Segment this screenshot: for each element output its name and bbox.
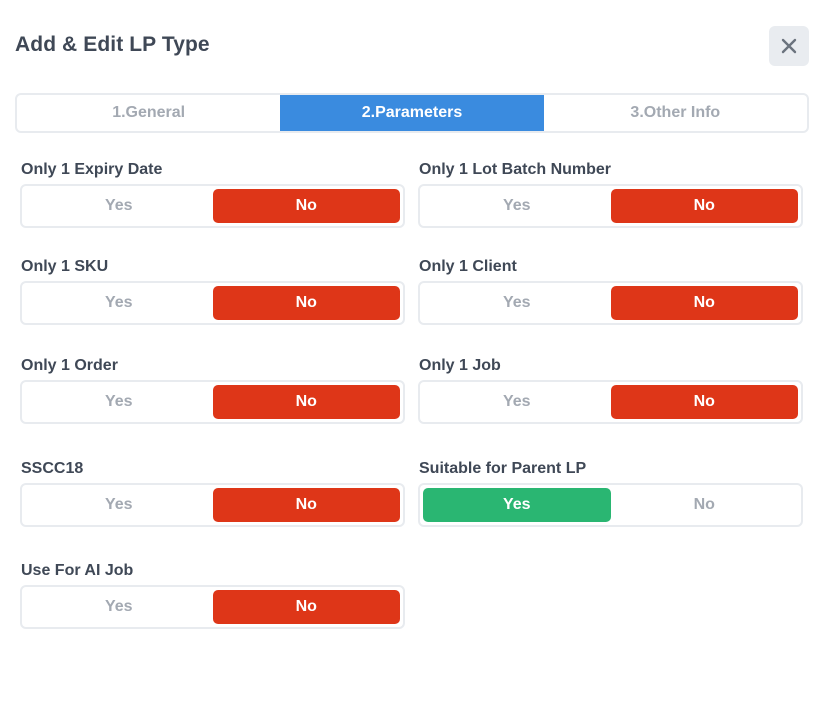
yes-no-toggle: Yes No	[418, 184, 803, 228]
no-option[interactable]: No	[610, 385, 798, 419]
tab-general[interactable]: 1.General	[17, 95, 280, 131]
field-label: Only 1 Lot Batch Number	[419, 161, 612, 178]
field-label: Suitable for Parent LP	[419, 460, 587, 477]
yes-option[interactable]: Yes	[423, 189, 611, 223]
no-option[interactable]: No	[610, 189, 798, 223]
yes-no-toggle: Yes No	[20, 585, 405, 629]
field-only-1-order: Only 1 Order Yes No	[20, 356, 405, 424]
no-option[interactable]: No	[212, 590, 400, 624]
yes-option[interactable]: Yes	[25, 385, 213, 419]
yes-no-toggle: Yes No	[20, 184, 405, 228]
field-only-1-sku: Only 1 SKU Yes No	[20, 257, 405, 325]
no-option[interactable]: No	[212, 488, 400, 522]
yes-option[interactable]: Yes	[423, 488, 611, 522]
step-tabs: 1.General 2.Parameters 3.Other Info	[15, 93, 809, 133]
yes-no-toggle: Yes No	[418, 483, 803, 527]
yes-option[interactable]: Yes	[25, 590, 213, 624]
field-label: SSCC18	[21, 460, 84, 477]
field-label: Only 1 Job	[419, 357, 501, 374]
yes-option[interactable]: Yes	[423, 385, 611, 419]
yes-no-toggle: Yes No	[20, 483, 405, 527]
yes-option[interactable]: Yes	[25, 488, 213, 522]
yes-no-toggle: Yes No	[20, 281, 405, 325]
tab-parameters[interactable]: 2.Parameters	[280, 95, 544, 131]
field-sscc18: SSCC18 Yes No	[20, 459, 405, 527]
tab-other-info[interactable]: 3.Other Info	[544, 95, 807, 131]
field-suitable-for-parent-lp: Suitable for Parent LP Yes No	[418, 459, 803, 527]
dialog-title: Add & Edit LP Type	[15, 33, 210, 56]
no-option[interactable]: No	[212, 286, 400, 320]
yes-option[interactable]: Yes	[25, 286, 213, 320]
no-option[interactable]: No	[610, 286, 798, 320]
field-only-1-expiry-date: Only 1 Expiry Date Yes No	[20, 160, 405, 228]
no-option[interactable]: No	[212, 189, 400, 223]
no-option[interactable]: No	[611, 488, 799, 522]
no-option[interactable]: No	[212, 385, 400, 419]
field-label: Only 1 SKU	[21, 258, 109, 275]
field-label: Use For AI Job	[21, 562, 134, 579]
field-only-1-lot-batch-number: Only 1 Lot Batch Number Yes No	[418, 160, 803, 228]
field-use-for-ai-job: Use For AI Job Yes No	[20, 561, 405, 629]
close-icon	[781, 38, 797, 54]
yes-no-toggle: Yes No	[20, 380, 405, 424]
field-label: Only 1 Expiry Date	[21, 161, 163, 178]
field-label: Only 1 Client	[419, 258, 517, 275]
yes-no-toggle: Yes No	[418, 281, 803, 325]
field-only-1-client: Only 1 Client Yes No	[418, 257, 803, 325]
close-button[interactable]	[769, 26, 809, 66]
yes-no-toggle: Yes No	[418, 380, 803, 424]
yes-option[interactable]: Yes	[423, 286, 611, 320]
add-edit-lp-type-dialog: Add & Edit LP Type 1.General 2.Parameter…	[0, 0, 820, 714]
field-only-1-job: Only 1 Job Yes No	[418, 356, 803, 424]
yes-option[interactable]: Yes	[25, 189, 213, 223]
field-label: Only 1 Order	[21, 357, 118, 374]
